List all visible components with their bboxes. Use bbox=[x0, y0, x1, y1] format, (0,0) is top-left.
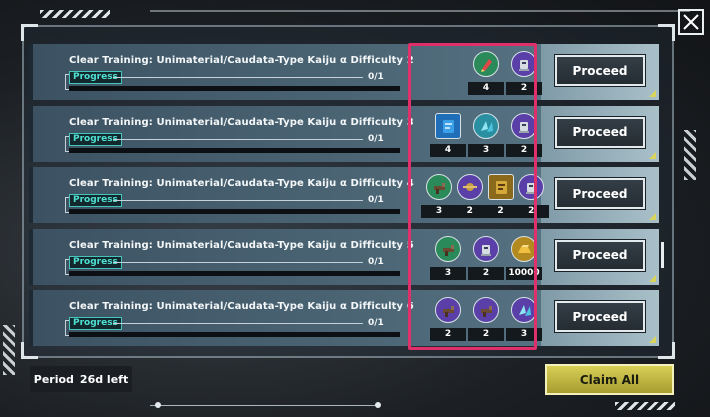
rewards-highlight-box bbox=[408, 43, 537, 350]
scrollbar-thumb[interactable] bbox=[661, 242, 664, 268]
close-button[interactable] bbox=[678, 9, 704, 35]
right-stripes-decoration bbox=[684, 130, 696, 180]
corner-triangle-icon bbox=[649, 274, 656, 282]
left-stripes-decoration bbox=[3, 325, 15, 375]
mission-row: Clear Training: Unimaterial/Caudata-Type… bbox=[29, 228, 659, 285]
bottom-line-decoration bbox=[150, 405, 380, 406]
bottom-dot-decoration bbox=[375, 402, 381, 408]
top-line-decoration bbox=[150, 10, 690, 20]
progress-line bbox=[113, 138, 363, 140]
period-value: 26d left bbox=[79, 372, 129, 386]
progress-bar bbox=[69, 270, 400, 276]
progress-bar bbox=[69, 86, 400, 91]
mission-list[interactable]: Clear Training: Unimaterial/Caudata-Type… bbox=[29, 44, 659, 352]
progress-line bbox=[113, 77, 363, 78]
corner-triangle-icon bbox=[649, 90, 656, 97]
close-icon bbox=[683, 14, 699, 30]
period-label: Period bbox=[33, 372, 74, 386]
mission-row: Clear Training: Unimaterial/Caudata-Type… bbox=[29, 290, 659, 346]
period-badge: Period 26d left bbox=[30, 366, 132, 392]
proceed-button[interactable]: Proceed bbox=[554, 177, 646, 210]
mission-title: Clear Training: Unimaterial/Caudata-Type… bbox=[69, 239, 414, 251]
proceed-button[interactable]: Proceed bbox=[554, 54, 646, 87]
mission-title: Clear Training: Unimaterial/Caudata-Type… bbox=[69, 55, 414, 66]
bottom-stripes-decoration bbox=[615, 402, 675, 410]
progress-bar bbox=[69, 332, 400, 337]
corner-triangle-icon bbox=[649, 336, 656, 343]
progress-count: 0/1 bbox=[368, 195, 384, 205]
mission-row: Clear Training: Unimaterial/Caudata-Type… bbox=[29, 44, 659, 100]
proceed-button[interactable]: Proceed bbox=[554, 115, 646, 149]
mission-title: Clear Training: Unimaterial/Caudata-Type… bbox=[69, 116, 414, 128]
progress-line bbox=[113, 261, 363, 263]
progress-count: 0/1 bbox=[368, 72, 384, 82]
top-stripes-decoration bbox=[40, 10, 110, 18]
mission-row: Clear Training: Unimaterial/Caudata-Type… bbox=[29, 167, 659, 223]
progress-line bbox=[113, 323, 363, 324]
corner-triangle-icon bbox=[649, 151, 656, 159]
proceed-button[interactable]: Proceed bbox=[554, 300, 646, 333]
corner-triangle-icon bbox=[649, 213, 656, 220]
proceed-button[interactable]: Proceed bbox=[554, 238, 646, 272]
progress-count: 0/1 bbox=[368, 256, 384, 267]
mission-row: Clear Training: Unimaterial/Caudata-Type… bbox=[29, 105, 659, 162]
claim-all-button[interactable]: Claim All bbox=[545, 364, 674, 395]
bottom-dot-decoration bbox=[155, 402, 161, 408]
mission-title: Clear Training: Unimaterial/Caudata-Type… bbox=[69, 301, 414, 312]
progress-count: 0/1 bbox=[368, 133, 384, 144]
progress-count: 0/1 bbox=[368, 318, 384, 328]
progress-bar bbox=[69, 147, 400, 153]
mission-title: Clear Training: Unimaterial/Caudata-Type… bbox=[69, 178, 414, 189]
progress-bar bbox=[69, 209, 400, 214]
progress-line bbox=[113, 200, 363, 201]
